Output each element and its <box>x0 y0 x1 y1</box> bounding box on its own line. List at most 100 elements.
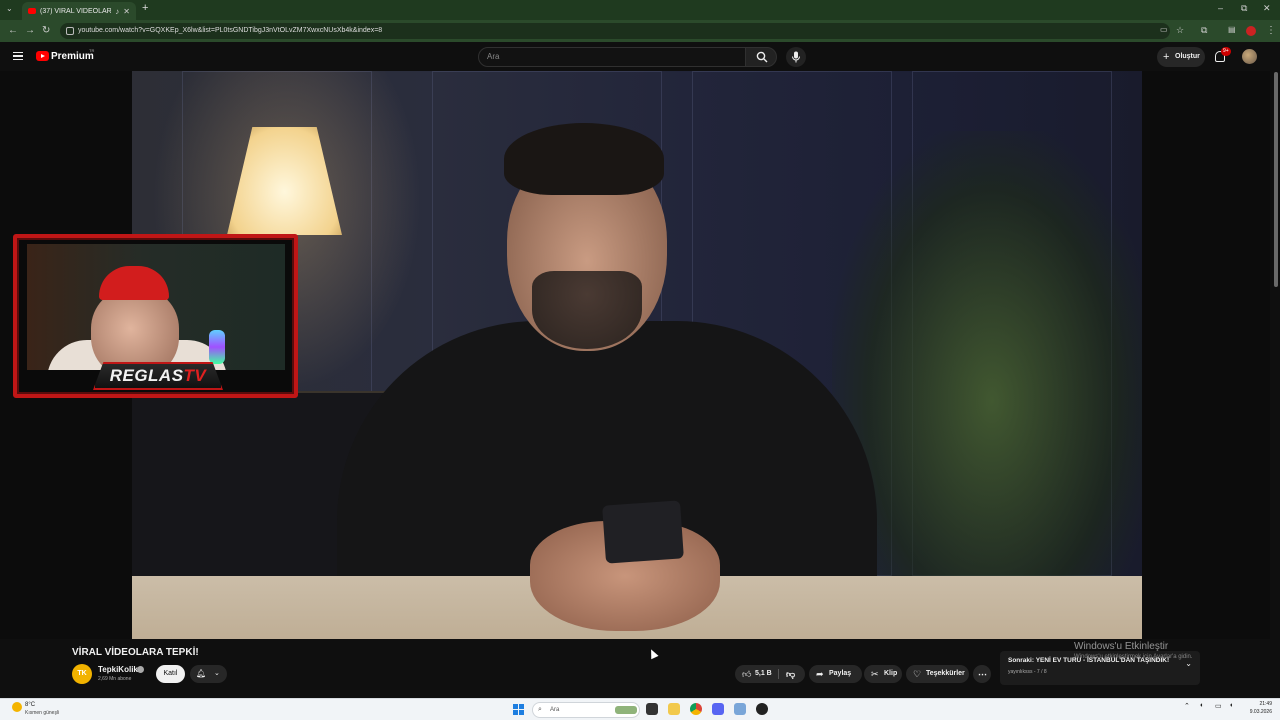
windows-activation-title: Windows'u Etkinleştir <box>1074 641 1169 652</box>
streamer-cap <box>99 266 169 300</box>
browser-tab-strip: ⌄ (37) VİRAL VİDEOLARA TEPKİ ♪ ✕ + – ⧉ ✕ <box>0 0 1280 20</box>
more-horizontal-icon: ⋯ <box>978 669 987 679</box>
super-thanks-icon: ♡ <box>913 669 922 679</box>
forward-arrow-icon[interactable]: → <box>25 25 35 36</box>
up-next-meta: yayınlıksss - 7 / 8 <box>1008 669 1047 675</box>
taskbar-search-input[interactable]: ⌕ Ara <box>532 702 640 718</box>
like-dislike-group: 👍︎ 5,1 B 👎︎ <box>735 665 805 683</box>
create-button[interactable]: + Oluştur <box>1157 47 1205 67</box>
windows-start-icon[interactable] <box>513 704 524 715</box>
settings-gear-icon[interactable] <box>734 703 746 715</box>
tab-search-icon[interactable]: ⌄ <box>6 4 13 13</box>
weather-description: Kısmen güneşli <box>25 710 60 716</box>
country-code: TR <box>89 48 95 53</box>
weather-sun-icon[interactable] <box>12 702 22 712</box>
speaker-icon[interactable]: ♪ <box>115 7 119 16</box>
account-avatar[interactable] <box>1242 49 1257 64</box>
subscriber-count: 2,69 Mn abone <box>98 676 132 682</box>
create-label: Oluştur <box>1175 53 1200 60</box>
channel-avatar[interactable]: TK <box>72 664 92 684</box>
person-hair <box>504 123 664 195</box>
search-button[interactable] <box>745 47 777 67</box>
join-button[interactable]: Katıl <box>156 665 185 683</box>
window-maximize-button[interactable]: ⧉ <box>1241 3 1247 14</box>
chrome-icon[interactable] <box>690 703 702 715</box>
file-explorer-icon[interactable] <box>668 703 680 715</box>
task-view-icon[interactable] <box>646 703 658 715</box>
voice-search-button[interactable] <box>786 47 806 67</box>
youtube-favicon-icon <box>28 8 36 14</box>
youtube-header: Premium TR Ara + Oluştur 9+ <box>0 42 1280 71</box>
bookmark-star-icon[interactable]: ☆ <box>1176 25 1184 36</box>
window-close-button[interactable]: ✕ <box>1263 3 1271 14</box>
tray-overflow-icon[interactable]: ⌃ <box>1184 702 1190 710</box>
more-actions-button[interactable]: ⋯ <box>973 665 991 683</box>
menu-hamburger-icon[interactable] <box>13 52 23 60</box>
search-icon: ⌕ <box>538 706 542 713</box>
thanks-label: Teşekkürler <box>926 670 965 677</box>
smartphone <box>602 500 684 564</box>
browser-toolbar: ← → ↻ youtube.com/watch?v=GQXKEp_X6lw&li… <box>0 20 1280 42</box>
taskbar-search-placeholder: Ara <box>550 707 560 713</box>
scissors-icon: ✂ <box>871 669 879 679</box>
tray-app-icon[interactable]: ◐ <box>1200 702 1204 709</box>
like-count[interactable]: 5,1 B <box>755 665 772 683</box>
new-tab-icon[interactable]: + <box>142 2 148 14</box>
discord-icon[interactable] <box>712 703 724 715</box>
clock-date[interactable]: 9.03.2026 <box>1240 709 1272 715</box>
obs-icon[interactable] <box>756 703 768 715</box>
clip-label: Klip <box>884 670 898 677</box>
channel-name[interactable]: TepkiKolik <box>98 665 138 674</box>
tab-title: (37) VİRAL VİDEOLARA TEPKİ <box>40 7 112 15</box>
plus-icon: + <box>1163 51 1170 63</box>
share-label: Paylaş <box>829 670 852 677</box>
chevron-down-icon: ⌄ <box>214 670 220 677</box>
search-highlight-image <box>615 706 637 714</box>
network-icon[interactable]: ▭ <box>1215 702 1222 710</box>
speaker-icon[interactable]: ◖ <box>1229 702 1233 709</box>
plant <box>832 131 1142 581</box>
address-bar[interactable]: youtube.com/watch?v=GQXKEp_X6lw&list=PL0… <box>60 23 1170 39</box>
cast-icon[interactable]: ▭ <box>1160 25 1168 34</box>
tab-close-icon[interactable]: ✕ <box>123 7 130 16</box>
browser-tab-active[interactable]: (37) VİRAL VİDEOLARA TEPKİ ♪ ✕ <box>22 2 136 20</box>
youtube-premium-logo-text[interactable]: Premium <box>51 51 94 62</box>
sidepanel-icon[interactable]: ▤ <box>1228 25 1236 34</box>
profile-icon[interactable] <box>1246 26 1256 36</box>
site-info-icon[interactable] <box>66 27 74 35</box>
browser-menu-icon[interactable]: ⋮ <box>1266 25 1276 36</box>
webcam-overlay: REGLASTV <box>13 234 298 398</box>
scrollbar-thumb[interactable] <box>1274 72 1278 287</box>
mouse-cursor <box>647 647 659 660</box>
address-url: youtube.com/watch?v=GQXKEp_X6lw&list=PL0… <box>78 27 383 34</box>
clip-button[interactable]: ✂ Klip <box>864 665 902 683</box>
thanks-button[interactable]: ♡ Teşekkürler <box>906 665 969 683</box>
notification-badge: 9+ <box>1221 47 1231 56</box>
reload-icon[interactable]: ↻ <box>42 25 50 36</box>
search-input[interactable]: Ara <box>478 47 746 67</box>
video-player[interactable]: REGLASTV <box>0 71 1270 639</box>
weather-temperature[interactable]: 8°C <box>25 702 35 708</box>
brand-accent: TV <box>183 366 207 385</box>
extensions-icon[interactable]: ⧉ <box>1201 25 1207 36</box>
brand-main: REGLAS <box>109 366 184 385</box>
video-title: VİRAL VİDEOLARA TEPKİ! <box>72 647 199 658</box>
subscription-bell-button[interactable]: 🔔︎ ⌄ <box>190 665 227 683</box>
webcam-brand: REGLASTV <box>93 366 223 386</box>
chevron-down-icon[interactable]: ⌄ <box>1185 659 1192 668</box>
share-button[interactable]: ➦ Paylaş <box>809 665 862 683</box>
thumbs-up-icon[interactable]: 👍︎ <box>742 665 751 683</box>
youtube-logo-icon[interactable] <box>36 51 49 61</box>
microphone-icon <box>792 51 800 63</box>
clock-time[interactable]: 21:49 <box>1244 701 1272 707</box>
person-beard <box>532 271 642 349</box>
windows-activation-subtitle: Windows'u etkinleştirmek için Ayarlar'a … <box>1074 654 1193 660</box>
bell-icon: 🔔︎ <box>196 669 207 678</box>
back-arrow-icon[interactable]: ← <box>8 25 18 36</box>
verified-badge-icon <box>137 666 144 673</box>
streamer-face <box>91 288 179 370</box>
window-minimize-button[interactable]: – <box>1218 3 1223 13</box>
webcam-feed <box>27 244 285 370</box>
thumbs-down-icon[interactable]: 👎︎ <box>786 665 795 683</box>
share-arrow-icon: ➦ <box>816 669 824 679</box>
